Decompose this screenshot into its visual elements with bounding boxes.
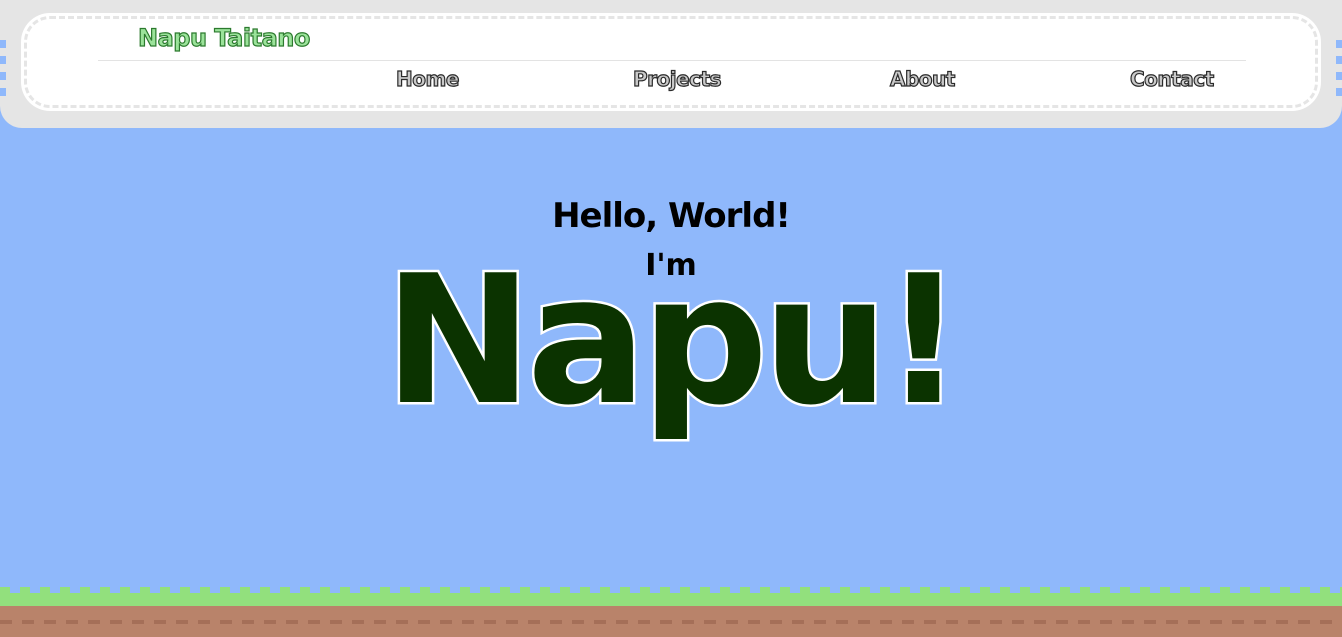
nav-link-projects[interactable]: Projects bbox=[632, 66, 722, 91]
hero-intro: I'm bbox=[645, 248, 697, 283]
nav-link-about[interactable]: About bbox=[889, 66, 956, 91]
hero-greeting: Hello, World! bbox=[552, 196, 791, 236]
grass-edge bbox=[0, 587, 1342, 593]
site-header: Napu Taitano Home Projects About Contact bbox=[0, 0, 1342, 128]
header-divider bbox=[98, 60, 1246, 61]
hero-section: Hello, World! Napu! I'm bbox=[0, 128, 1342, 588]
site-title[interactable]: Napu Taitano bbox=[137, 23, 311, 52]
nav-link-contact[interactable]: Contact bbox=[1129, 66, 1214, 91]
header-panel: Napu Taitano Home Projects About Contact bbox=[24, 16, 1318, 108]
nav-link-home[interactable]: Home bbox=[395, 66, 460, 91]
dirt-band bbox=[0, 620, 1342, 624]
